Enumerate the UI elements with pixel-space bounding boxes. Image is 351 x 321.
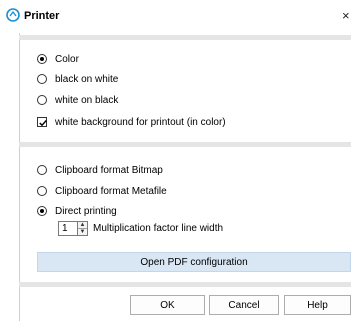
ok-button[interactable]: OK [130,295,205,315]
multiplication-factor-value[interactable]: 1 [62,223,68,234]
separator-top [19,35,351,40]
spin-down-icon[interactable]: ▼ [78,229,87,235]
printer-app-icon [6,8,20,22]
color-label: Color [55,53,79,65]
title-bar: Printer × [0,0,351,33]
white-background-label: white background for printout (in color) [55,116,226,128]
clipboard-bitmap-label: Clipboard format Bitmap [55,164,163,176]
white-on-black-label: white on black [55,94,119,106]
option-clipboard-metafile[interactable]: Clipboard format Metafile [37,184,167,198]
option-color[interactable]: Color [37,52,79,66]
black-on-white-radio[interactable] [37,74,47,84]
cancel-button[interactable]: Cancel [209,295,279,315]
white-background-checkbox[interactable] [37,117,47,127]
option-clipboard-bitmap[interactable]: Clipboard format Bitmap [37,163,163,177]
spinner-buttons: ▲ ▼ [77,221,88,236]
option-black-on-white[interactable]: black on white [37,72,118,86]
multiplication-factor-label: Multiplication factor line width [93,223,224,234]
window-title: Printer [24,10,60,22]
checkmark-icon [39,119,47,127]
help-button[interactable]: Help [284,295,351,315]
direct-printing-label: Direct printing [55,205,117,217]
clipboard-metafile-label: Clipboard format Metafile [55,185,167,197]
option-direct-printing[interactable]: Direct printing [37,204,117,218]
spin-up-icon[interactable]: ▲ [78,222,87,229]
multiplication-factor-spinner[interactable]: 1 ▲ ▼ [58,221,88,236]
clipboard-metafile-radio[interactable] [37,186,47,196]
color-radio[interactable] [37,54,47,64]
open-pdf-configuration-button[interactable]: Open PDF configuration [37,252,351,272]
separator-bottom [19,282,351,287]
white-on-black-radio[interactable] [37,95,47,105]
close-icon[interactable]: × [342,8,350,23]
option-white-background[interactable]: white background for printout (in color) [37,115,226,129]
option-white-on-black[interactable]: white on black [37,93,118,107]
clipboard-bitmap-radio[interactable] [37,165,47,175]
direct-printing-radio[interactable] [37,206,47,216]
black-on-white-label: black on white [55,73,119,85]
separator-middle [19,142,351,147]
